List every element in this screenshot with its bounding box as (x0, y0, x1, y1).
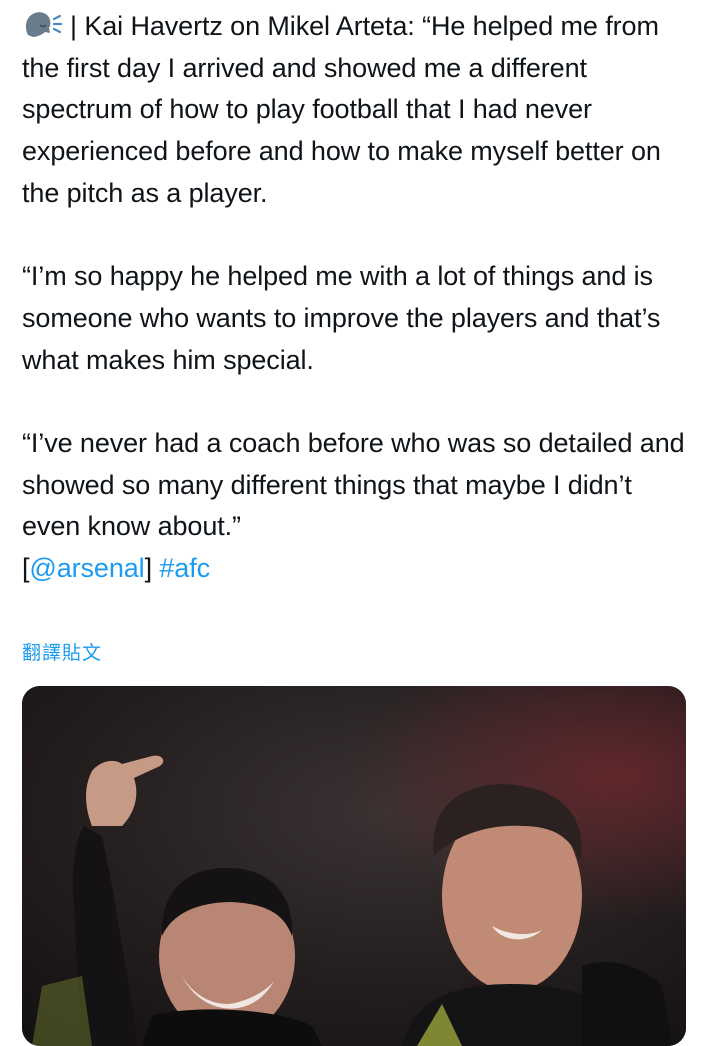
tweet-paragraph-3: “I’ve never had a coach before who was s… (22, 423, 692, 590)
tweet-paragraph-1-text: | Kai Havertz on Mikel Arteta: “He helpe… (22, 11, 661, 208)
translate-post-link[interactable]: 翻譯貼文 (22, 638, 102, 665)
tweet-paragraph-2: “I’m so happy he helped me with a lot of… (22, 261, 661, 375)
mention-link-arsenal[interactable]: @arsenal (29, 553, 144, 583)
tweet-text: | Kai Havertz on Mikel Arteta: “He helpe… (22, 6, 692, 590)
tweet-paragraph-3-text: “I’ve never had a coach before who was s… (22, 428, 685, 542)
tweet-paragraph-1: | Kai Havertz on Mikel Arteta: “He helpe… (22, 6, 692, 215)
tweet-media-image[interactable] (22, 686, 686, 1046)
hashtag-link-afc[interactable]: #afc (159, 553, 210, 583)
mention-close-bracket: ] (144, 553, 153, 584)
speaking-head-icon (22, 9, 66, 39)
photo-of-arteta-and-havertz (22, 686, 686, 1046)
